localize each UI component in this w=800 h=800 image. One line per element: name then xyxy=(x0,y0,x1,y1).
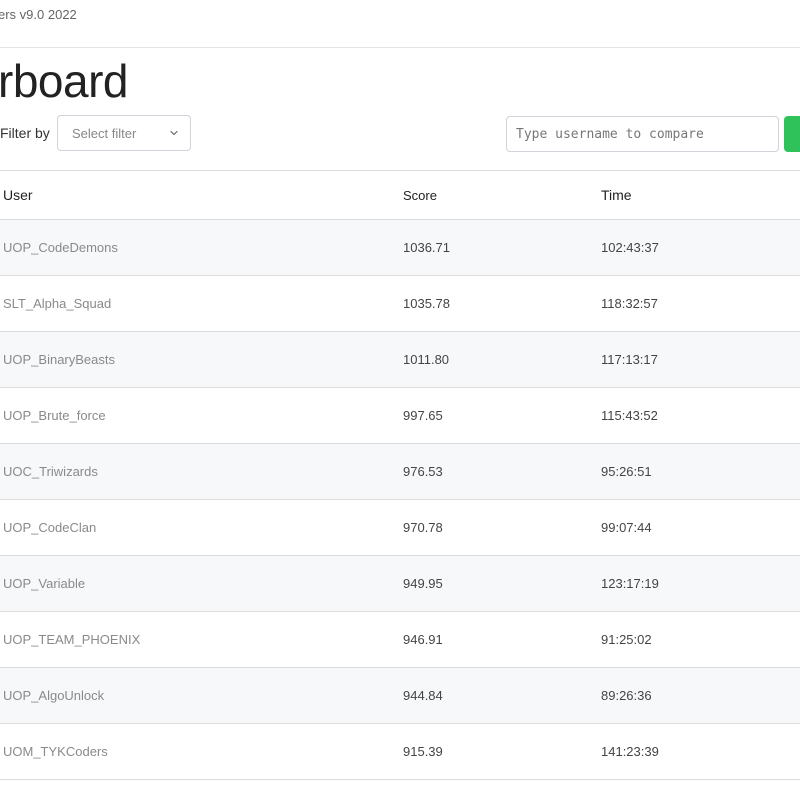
cell-score: 946.91 xyxy=(403,611,601,668)
cell-score: 1035.78 xyxy=(403,275,601,332)
table-row: UOP_Brute_force 997.65 115:43:52 xyxy=(0,387,800,444)
cell-time: 95:26:51 xyxy=(601,443,799,500)
filter-select[interactable]: Select filter xyxy=(57,115,191,151)
cell-user[interactable]: UOP_BinaryBeasts xyxy=(0,331,403,388)
table-row: UOM_TYKCoders 915.39 141:23:39 xyxy=(0,723,800,780)
cell-score: 1036.71 xyxy=(403,219,601,276)
cell-score: 970.78 xyxy=(403,499,601,556)
table-row: UOP_Variable 949.95 123:17:19 xyxy=(0,555,800,612)
table-header-row: User Score Time xyxy=(0,170,800,220)
compare-username-input[interactable] xyxy=(506,116,779,152)
cell-score: 976.53 xyxy=(403,443,601,500)
compare-button[interactable] xyxy=(784,116,800,152)
cell-time: 99:07:44 xyxy=(601,499,799,556)
table-row: UOP_TEAM_PHOENIX 946.91 91:25:02 xyxy=(0,611,800,668)
cell-time: 118:32:57 xyxy=(601,275,799,332)
filter-select-placeholder: Select filter xyxy=(72,126,137,141)
cell-time: 115:43:52 xyxy=(601,387,799,444)
table-row: UOC_Triwizards 976.53 95:26:51 xyxy=(0,443,800,500)
cell-user[interactable]: SLT_Alpha_Squad xyxy=(0,275,403,332)
cell-score: 949.95 xyxy=(403,555,601,612)
cell-score: 915.39 xyxy=(403,723,601,780)
cell-user[interactable]: UOP_Variable xyxy=(0,555,403,612)
cell-time: 123:17:19 xyxy=(601,555,799,612)
table-row: SLT_Alpha_Squad 1035.78 118:32:57 xyxy=(0,275,800,332)
table-row: UOP_AlgoUnlock 944.84 89:26:36 xyxy=(0,667,800,724)
top-bar: ers v9.0 2022 xyxy=(0,0,800,48)
cell-score: 997.65 xyxy=(403,387,601,444)
table-row: UOP_CodeClan 970.78 99:07:44 xyxy=(0,499,800,556)
chevron-down-icon xyxy=(170,130,178,136)
column-header-time[interactable]: Time xyxy=(601,170,799,220)
cell-time: 91:25:02 xyxy=(601,611,799,668)
column-header-user[interactable]: User xyxy=(0,170,403,220)
page-title: rboard xyxy=(0,55,128,107)
cell-user[interactable]: UOP_CodeClan xyxy=(0,499,403,556)
cell-user[interactable]: UOP_AlgoUnlock xyxy=(0,667,403,724)
cell-time: 141:23:39 xyxy=(601,723,799,780)
cell-score: 944.84 xyxy=(403,667,601,724)
cell-time: 117:13:17 xyxy=(601,331,799,388)
cell-user[interactable]: UOP_Brute_force xyxy=(0,387,403,444)
column-header-score[interactable]: Score xyxy=(403,170,601,220)
cell-user[interactable]: UOP_TEAM_PHOENIX xyxy=(0,611,403,668)
cell-time: 89:26:36 xyxy=(601,667,799,724)
cell-user[interactable]: UOP_CodeDemons xyxy=(0,219,403,276)
leaderboard-table-wrap: User Score Time UOP_CodeDemons 1036.71 1… xyxy=(0,170,800,780)
leaderboard-table: User Score Time UOP_CodeDemons 1036.71 1… xyxy=(0,170,800,780)
table-row: UOP_BinaryBeasts 1011.80 117:13:17 xyxy=(0,331,800,388)
table-row: UOP_CodeDemons 1036.71 102:43:37 xyxy=(0,219,800,276)
version-text: ers v9.0 2022 xyxy=(0,7,77,22)
filter-label: Filter by xyxy=(0,125,50,141)
cell-user[interactable]: UOC_Triwizards xyxy=(0,443,403,500)
cell-user[interactable]: UOM_TYKCoders xyxy=(0,723,403,780)
cell-score: 1011.80 xyxy=(403,331,601,388)
cell-time: 102:43:37 xyxy=(601,219,799,276)
